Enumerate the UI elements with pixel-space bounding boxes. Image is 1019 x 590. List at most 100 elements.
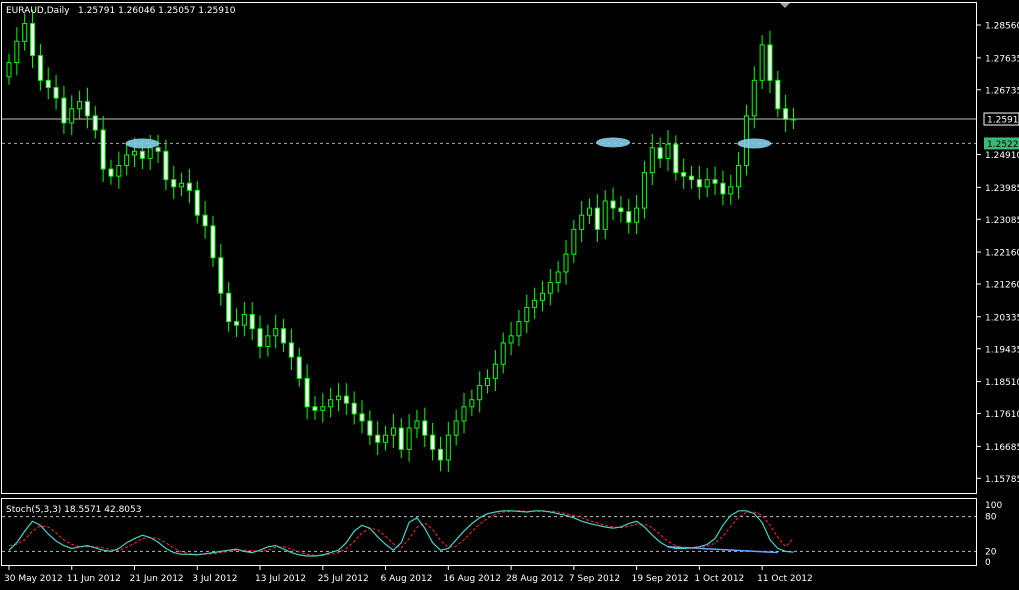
candle-body bbox=[273, 328, 279, 337]
candle-body bbox=[791, 118, 796, 121]
candle-body bbox=[163, 150, 169, 181]
time-tick-label: 11 Jun 2012 bbox=[67, 574, 121, 584]
price-tick-label: 1.16685 bbox=[985, 443, 1019, 453]
candle-body bbox=[759, 44, 765, 81]
candle-body bbox=[61, 97, 67, 124]
candle-body bbox=[257, 328, 263, 347]
candle-body bbox=[265, 335, 271, 347]
candle-body bbox=[218, 257, 224, 294]
ohlc-values: 1.25791 1.26046 1.25057 1.25910 bbox=[78, 6, 236, 16]
candle-body bbox=[641, 172, 647, 209]
stoch-label: Stoch(5,3,3) 18.5571 42.8053 bbox=[6, 505, 141, 515]
candle-body bbox=[367, 420, 373, 436]
price-tick-label: 1.24910 bbox=[985, 151, 1019, 161]
candle-body bbox=[579, 214, 585, 230]
candle-body bbox=[485, 377, 491, 386]
candle-body bbox=[45, 79, 51, 88]
candle-body bbox=[343, 395, 349, 404]
candle-body bbox=[100, 129, 106, 170]
ellipse-marker[interactable] bbox=[596, 137, 631, 148]
candle-body bbox=[665, 143, 671, 159]
price-tick-label: 1.15785 bbox=[985, 475, 1019, 485]
price-tick-label: 1.20335 bbox=[985, 313, 1019, 323]
chart-window[interactable]: 1.28560 1.27635 1.26735 1.25910 1.252221.249… bbox=[0, 0, 1019, 586]
candle-body bbox=[139, 150, 145, 159]
candle-body bbox=[406, 427, 412, 450]
candle-body bbox=[84, 101, 90, 117]
level-price-label: 1.25222 bbox=[987, 140, 1019, 150]
time-tick-label: 3 Jul 2012 bbox=[192, 574, 237, 584]
price-tick-label: 1.26735 bbox=[985, 86, 1019, 96]
candle-body bbox=[77, 101, 83, 110]
candle-body bbox=[453, 420, 459, 436]
candle-body bbox=[124, 154, 130, 167]
time-tick-label: 13 Jul 2012 bbox=[255, 574, 306, 584]
candle-body bbox=[736, 165, 742, 188]
candle-body bbox=[375, 434, 381, 443]
time-tick-label: 6 Aug 2012 bbox=[381, 574, 433, 584]
time-tick-label: 30 May 2012 bbox=[4, 574, 63, 584]
candle-body bbox=[383, 434, 389, 443]
candle-body bbox=[194, 189, 200, 216]
candle-body bbox=[296, 356, 302, 379]
candle-body bbox=[14, 40, 20, 64]
candle-body bbox=[430, 434, 436, 450]
ellipse-marker[interactable] bbox=[125, 138, 160, 149]
candle-body bbox=[618, 207, 624, 213]
candle-body bbox=[202, 214, 208, 227]
price-tick-label: 1.17610 bbox=[985, 410, 1019, 420]
candle-body bbox=[681, 172, 687, 177]
candle-body bbox=[241, 314, 247, 326]
price-tick-label: 1.22160 bbox=[985, 249, 1019, 259]
price-tick-label: 1.27635 bbox=[985, 54, 1019, 64]
candle-body bbox=[249, 314, 255, 330]
candle-body bbox=[516, 321, 522, 337]
candle-body bbox=[492, 363, 498, 379]
time-tick-label: 21 Jun 2012 bbox=[130, 574, 184, 584]
candle-body bbox=[351, 402, 357, 415]
candle-body bbox=[696, 179, 702, 188]
candle-body bbox=[186, 182, 192, 191]
candle-body bbox=[116, 165, 122, 177]
symbol-timeframe: EURAUD,Daily bbox=[6, 6, 70, 16]
candle-body bbox=[92, 115, 98, 131]
time-tick-label: 25 Jul 2012 bbox=[318, 574, 369, 584]
stoch-level-label: 20 bbox=[985, 547, 997, 557]
candle-body bbox=[610, 200, 616, 209]
chart-canvas[interactable]: 1.28560 1.27635 1.26735 1.25910 1.252221.249… bbox=[0, 0, 1019, 586]
candle-body bbox=[602, 200, 608, 230]
candle-body bbox=[539, 292, 545, 301]
candle-body bbox=[712, 179, 718, 184]
candle-body bbox=[6, 62, 12, 78]
stoch-axis-0: 0 bbox=[985, 558, 991, 568]
candle-body bbox=[132, 150, 138, 156]
candle-body bbox=[532, 299, 538, 308]
time-tick-label: 19 Sep 2012 bbox=[632, 574, 689, 584]
time-tick-label: 11 Oct 2012 bbox=[757, 574, 813, 584]
current-price-label: 1.25910 bbox=[987, 116, 1019, 126]
candle-body bbox=[398, 427, 404, 450]
candle-body bbox=[22, 23, 28, 42]
candle-body bbox=[571, 228, 577, 255]
candle-body bbox=[689, 175, 695, 181]
candle-body bbox=[414, 420, 420, 429]
candle-body bbox=[673, 143, 679, 174]
candle-body bbox=[728, 186, 734, 195]
time-tick-label: 1 Oct 2012 bbox=[694, 574, 744, 584]
candle-body bbox=[288, 342, 294, 358]
candle-body bbox=[461, 406, 467, 422]
candle-body bbox=[657, 147, 663, 159]
price-tick-label: 1.21260 bbox=[985, 281, 1019, 291]
stoch-axis-100: 100 bbox=[985, 501, 1002, 511]
time-tick-label: 16 Aug 2012 bbox=[443, 574, 501, 584]
candle-body bbox=[775, 79, 781, 110]
candle-body bbox=[547, 282, 553, 294]
ellipse-marker[interactable] bbox=[737, 138, 772, 149]
candle-body bbox=[359, 413, 365, 422]
candle-body bbox=[720, 182, 726, 195]
candle-body bbox=[783, 108, 789, 120]
candle-body bbox=[304, 377, 310, 408]
candle-body bbox=[147, 147, 153, 159]
candle-body bbox=[69, 108, 75, 124]
candle-body bbox=[30, 23, 36, 57]
